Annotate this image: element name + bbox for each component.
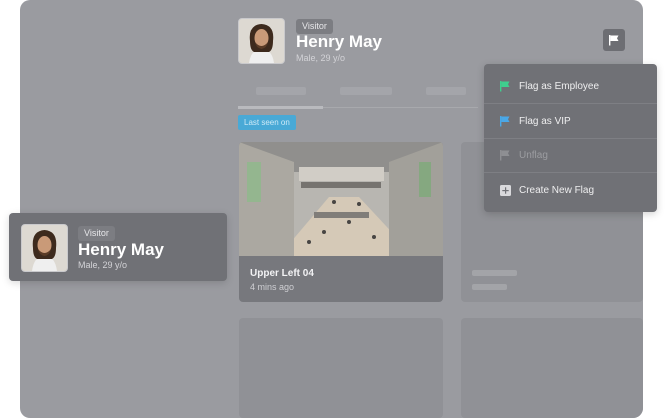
flag-icon — [609, 35, 619, 46]
menu-item-flag-employee[interactable]: Flag as Employee — [484, 69, 657, 103]
profile-name: Henry May — [78, 240, 164, 259]
tab-3[interactable] — [426, 87, 466, 95]
profile-overlay-card: Visitor Henry May Male, 29 y/o — [9, 213, 227, 281]
camera-card-ghost — [461, 318, 643, 418]
menu-item-label: Create New Flag — [519, 184, 595, 196]
menu-item-create-flag[interactable]: Create New Flag — [484, 173, 657, 207]
last-seen-label: Last seen on — [238, 115, 296, 130]
camera-time: 4 mins ago — [250, 282, 295, 292]
camera-title: Upper Left 04 — [250, 268, 314, 279]
flag-menu: Flag as Employee Flag as VIP Unflag Crea… — [484, 64, 657, 212]
flag-button[interactable] — [603, 29, 625, 51]
flag-icon — [499, 149, 511, 161]
profile-avatar — [238, 18, 285, 64]
camera-card[interactable]: Upper Left 04 4 mins ago — [239, 142, 443, 302]
profile-avatar — [21, 224, 68, 272]
ghost-time — [472, 284, 507, 290]
tab-1[interactable] — [256, 87, 306, 95]
menu-item-flag-vip[interactable]: Flag as VIP — [484, 104, 657, 138]
flag-icon — [499, 80, 511, 92]
profile-name: Henry May — [296, 32, 382, 51]
tab-active-indicator — [238, 106, 323, 109]
profile-details: Male, 29 y/o — [296, 53, 346, 63]
plus-square-icon — [499, 184, 511, 196]
menu-item-label: Flag as VIP — [519, 115, 571, 127]
menu-item-label: Unflag — [519, 149, 548, 161]
ghost-title — [472, 270, 517, 276]
menu-item-label: Flag as Employee — [519, 80, 600, 92]
profile-details: Male, 29 y/o — [78, 260, 128, 270]
tab-2[interactable] — [340, 87, 392, 95]
menu-item-unflag[interactable]: Unflag — [484, 138, 657, 172]
camera-snapshot — [239, 142, 443, 256]
visitor-badge: Visitor — [78, 226, 115, 241]
camera-card-ghost — [239, 318, 443, 418]
flag-icon — [499, 115, 511, 127]
